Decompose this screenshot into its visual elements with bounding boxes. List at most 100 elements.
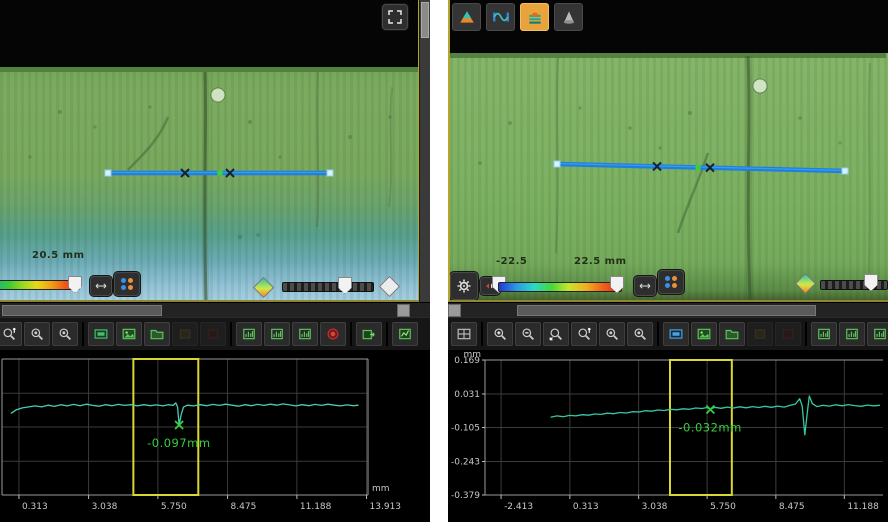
mag-arrows-icon [549,327,563,341]
capture-screen-button[interactable] [663,322,689,346]
dim-olive-icon [178,327,192,341]
zoom-prev-button[interactable] [599,322,625,346]
left-surface-view[interactable]: 20.5 mm [0,0,420,302]
measure-tool-3-button[interactable] [867,322,888,346]
measure-tool-2-button[interactable] [839,322,865,346]
zoom-prev-button[interactable] [24,322,50,346]
tool-disabled-b-button [200,322,226,346]
view-layout-button[interactable] [451,322,477,346]
tool-disabled-a-button [747,322,773,346]
svg-text:5.750: 5.750 [161,502,187,512]
dim-red-icon [781,327,795,341]
zoom-in-button[interactable] [487,322,513,346]
left-vertical-scrollbar-thumb[interactable] [421,2,429,38]
save-image-button[interactable] [116,322,142,346]
save-image-button[interactable] [691,322,717,346]
svg-text:-0.379: -0.379 [451,491,480,501]
export2-icon [398,327,412,341]
view-profile-graph-button[interactable] [486,3,515,31]
mag-dot-icon [58,327,72,341]
dim-red-icon [206,327,220,341]
left-profile-chart-svg[interactable]: 0.3133.0385.7508.47511.18813.913mm-0.097… [0,350,428,522]
right-viewport-wrap: -22.5 22.5 mm [448,0,888,302]
layout-icon [457,327,471,341]
arrows-horizontal-icon [639,280,651,292]
screen-blue-icon [669,327,683,341]
left-range-fit-button[interactable] [90,276,112,296]
svg-text:5.750: 5.750 [710,502,736,512]
fullscreen-button[interactable] [382,4,408,30]
svg-text:11.188: 11.188 [300,502,332,512]
mag-dot-icon [633,327,647,341]
mag-plus-icon [493,327,507,341]
view-3d-shape-button[interactable] [554,3,583,31]
right-panel: -22.5 22.5 mm [448,0,888,522]
record-button[interactable] [320,322,346,346]
view-layers-button[interactable] [520,3,549,31]
eq-icon [845,327,859,341]
right-profile-chart-svg[interactable]: -2.4130.3133.0385.7508.47511.1880.1690.0… [448,350,884,522]
dim-olive-icon [753,327,767,341]
mag-minus-icon [521,327,535,341]
export-icon [362,327,376,341]
gear-icon [456,278,472,294]
tool-disabled-a-button [172,322,198,346]
four-dots-icon [121,278,133,290]
export-data-button[interactable] [356,322,382,346]
measure-tool-2-button[interactable] [264,322,290,346]
svg-text:13.913: 13.913 [370,502,402,512]
fullscreen-icon [387,9,403,25]
right-display-mode-button[interactable] [658,270,684,294]
right-horizontal-scrollbar-thumb[interactable] [517,305,816,316]
zoom-next-button[interactable] [52,322,78,346]
zoom-out-button[interactable] [515,322,541,346]
folder-icon [150,327,164,341]
toolbar-separator [350,322,352,346]
svg-text:-0.105: -0.105 [451,424,480,434]
settings-button[interactable] [450,272,478,300]
mag-v-icon [577,327,591,341]
toolbar-separator [386,322,388,346]
right-surface-view[interactable]: -22.5 22.5 mm [448,0,888,302]
left-toolbar [0,317,430,350]
right-scale-max-label: 22.5 mm [574,256,627,267]
zoom-next-button[interactable] [627,322,653,346]
screen-icon [94,327,108,341]
zoom-pan-button[interactable] [571,322,597,346]
left-vertical-scrollbar[interactable] [419,0,430,302]
svg-text:-2.413: -2.413 [504,502,533,512]
left-scroll-corner[interactable] [397,304,410,317]
right-horizontal-scrollbar[interactable] [448,302,888,317]
load-image-button[interactable] [144,322,170,346]
measure-tool-1-button[interactable] [811,322,837,346]
layers-icon [526,8,544,26]
folder-icon [725,327,739,341]
left-horizontal-scrollbar[interactable] [0,302,430,317]
svg-text:mm: mm [372,484,390,494]
right-scroll-corner[interactable] [448,304,461,317]
zoom-pan-button[interactable] [0,322,22,346]
right-scale-min-label: -22.5 [496,256,527,267]
left-horizontal-scrollbar-thumb[interactable] [2,305,162,316]
view-height-map-button[interactable] [452,3,481,31]
right-range-fit-button[interactable] [634,276,656,296]
left-panel: 20.5 mm [0,0,430,522]
measure-tool-1-button[interactable] [236,322,262,346]
export-report-button[interactable] [392,322,418,346]
wave-h-icon [492,8,510,26]
svg-text:8.475: 8.475 [779,502,805,512]
svg-text:-0.032mm: -0.032mm [678,421,741,435]
measure-tool-3-button[interactable] [292,322,318,346]
load-image-button[interactable] [719,322,745,346]
peak-icon [458,8,476,26]
left-display-mode-button[interactable] [114,272,140,296]
capture-screen-button[interactable] [88,322,114,346]
left-position-slider[interactable] [282,282,374,292]
svg-text:0.313: 0.313 [573,502,599,512]
mag-dot-icon [30,327,44,341]
left-viewport-wrap: 20.5 mm [0,0,430,302]
eq-icon [242,327,256,341]
right-color-scale-bar[interactable] [498,282,622,292]
zoom-fit-button[interactable] [543,322,569,346]
eq-icon [873,327,887,341]
